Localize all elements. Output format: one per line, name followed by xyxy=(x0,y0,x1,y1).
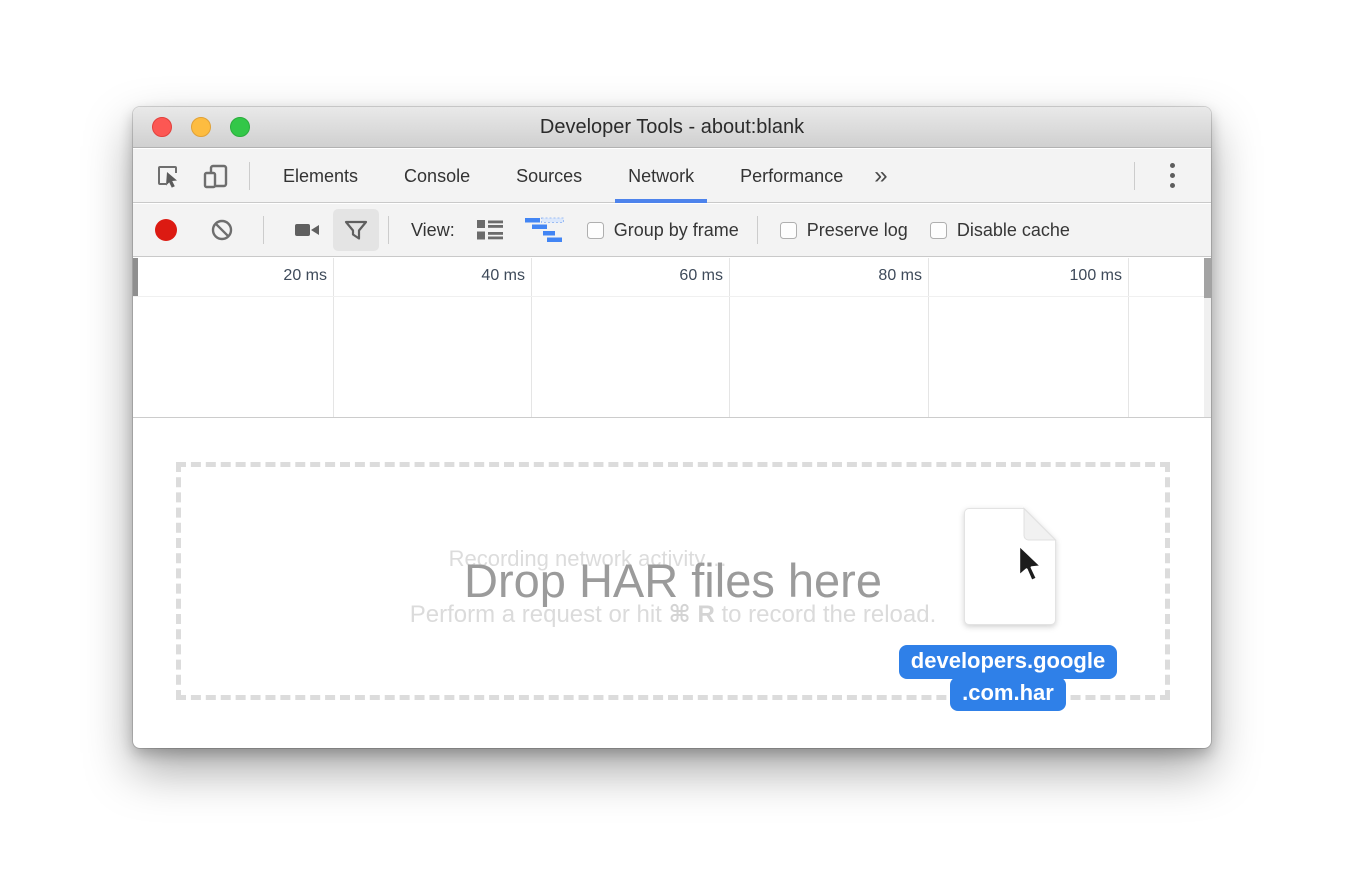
disable-cache-checkbox[interactable] xyxy=(930,222,947,239)
waterfall-view-button[interactable] xyxy=(525,217,565,244)
hint-post: to record the reload. xyxy=(715,601,936,628)
ruler-gridline xyxy=(333,258,334,417)
ruler-gridline xyxy=(928,258,929,417)
video-camera-icon xyxy=(293,219,321,241)
overflow-menu-button[interactable] xyxy=(1155,158,1189,194)
ruler-tick-label: 80 ms xyxy=(802,267,922,285)
disable-cache-label[interactable]: Disable cache xyxy=(957,220,1070,241)
window-title: Developer Tools - about:blank xyxy=(133,107,1211,148)
ruler-gridline xyxy=(1128,258,1129,417)
list-rows-icon xyxy=(475,218,505,242)
devtools-window: Developer Tools - about:blank Elements C… xyxy=(133,107,1211,748)
view-label: View: xyxy=(411,220,455,241)
tab-network[interactable]: Network xyxy=(615,149,707,203)
kebab-dot xyxy=(1170,173,1175,178)
preserve-log-control[interactable]: Preserve log xyxy=(780,220,908,241)
device-toolbar-button[interactable] xyxy=(199,158,233,194)
group-by-frame-control[interactable]: Group by frame xyxy=(587,220,739,241)
ruler-tick-label: 100 ms xyxy=(1002,267,1122,285)
group-by-frame-label[interactable]: Group by frame xyxy=(614,220,739,241)
kebab-dot xyxy=(1170,163,1175,168)
network-waterfall-pane: 20 ms 40 ms 60 ms 80 ms 100 ms xyxy=(133,258,1211,418)
ruler-tick-label: 60 ms xyxy=(603,267,723,285)
toolbar-divider xyxy=(757,216,758,244)
record-button[interactable] xyxy=(155,219,177,241)
capture-screenshots-button[interactable] xyxy=(293,219,321,241)
tabbar-divider xyxy=(249,162,250,190)
funnel-icon xyxy=(343,218,369,242)
filter-button[interactable] xyxy=(333,209,379,251)
drag-file-label: developers.google .com.har xyxy=(888,645,1128,711)
mouse-arrow-icon xyxy=(1016,543,1048,587)
hint-pre: Perform a request or hit xyxy=(410,601,669,628)
vertical-scrollbar-thumb[interactable] xyxy=(1204,258,1211,298)
vertical-scrollbar-track[interactable] xyxy=(1204,258,1211,417)
toolbar-divider xyxy=(263,216,264,244)
tab-elements[interactable]: Elements xyxy=(270,149,371,203)
ruler-tick-label: 20 ms xyxy=(207,267,327,285)
ruler-gridline xyxy=(531,258,532,417)
tab-sources[interactable]: Sources xyxy=(503,149,595,203)
list-view-button[interactable] xyxy=(475,218,505,242)
clear-requests-button[interactable] xyxy=(210,218,234,242)
ruler-baseline xyxy=(133,296,1211,297)
inspect-element-button[interactable] xyxy=(151,158,185,194)
drag-file-label-line2: .com.har xyxy=(950,677,1066,711)
drag-file-label-line1: developers.google xyxy=(899,645,1117,679)
command-r-shortcut: ⌘ R xyxy=(669,601,715,628)
tabbar-right-divider xyxy=(1134,162,1135,190)
disable-cache-control[interactable]: Disable cache xyxy=(930,220,1070,241)
ruler-gridline xyxy=(729,258,730,417)
toolbar-divider xyxy=(388,216,389,244)
no-entry-circle-slash-icon xyxy=(210,218,234,242)
group-by-frame-checkbox[interactable] xyxy=(587,222,604,239)
left-scrollbar-thumb[interactable] xyxy=(133,258,138,296)
more-tabs-button[interactable]: » xyxy=(874,149,887,203)
devtools-tabbar: Elements Console Sources Network Perform… xyxy=(133,149,1211,203)
window-titlebar[interactable]: Developer Tools - about:blank xyxy=(133,107,1211,148)
preserve-log-checkbox[interactable] xyxy=(780,222,797,239)
ruler-tick-label: 40 ms xyxy=(405,267,525,285)
phone-tablet-icon xyxy=(202,162,230,190)
network-toolbar: View: xyxy=(133,204,1211,257)
preserve-log-label[interactable]: Preserve log xyxy=(807,220,908,241)
staggered-blue-bars-icon xyxy=(525,217,565,244)
cursor-in-box-icon xyxy=(155,163,181,189)
tab-console[interactable]: Console xyxy=(391,149,483,203)
tab-performance[interactable]: Performance xyxy=(727,149,856,203)
desktop-background: Developer Tools - about:blank Elements C… xyxy=(0,0,1372,888)
kebab-dot xyxy=(1170,183,1175,188)
